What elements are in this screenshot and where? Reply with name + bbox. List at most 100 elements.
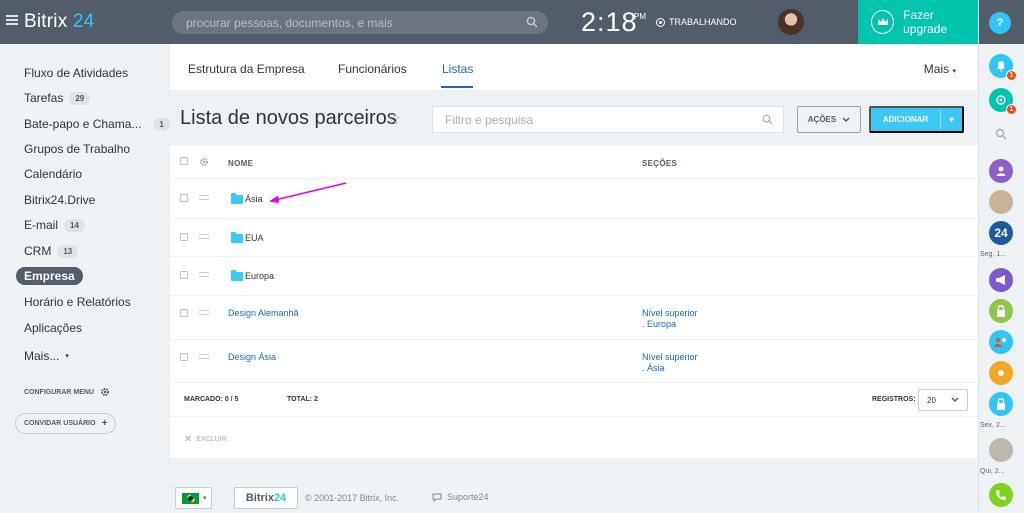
records-value: 20 [927,395,936,405]
row-checkbox[interactable] [180,233,188,241]
table-row[interactable]: EUA [170,219,978,257]
row-name[interactable]: Ásia [245,194,263,204]
app-logo[interactable]: Bitrix 24 [24,11,94,33]
copyright: © 2001-2017 Bitrix, Inc. [305,493,400,503]
search-icon[interactable] [762,114,773,125]
secure-chat-icon[interactable] [989,392,1013,416]
search-icon[interactable] [526,16,538,28]
tabs-more-button[interactable]: Mais ▾ [924,62,956,76]
upgrade-button[interactable]: Fazer upgrade [858,0,978,44]
support-label: Suporte24 [447,492,489,502]
row-checkbox[interactable] [180,309,188,317]
menu-item-crm[interactable]: CRM 13 [24,244,79,258]
drag-handle-icon[interactable] [199,195,209,200]
footer-logo[interactable]: Bitrix 24 [234,487,298,509]
table-row[interactable]: Design Alemanhã Nível superior. Europa [170,296,978,340]
contact-user-icon[interactable] [989,159,1013,183]
footer-logo-text: Bitrix [245,492,274,504]
gear-icon[interactable] [199,157,209,167]
menu-burger-icon[interactable] [6,15,18,25]
menu-item-count: 13 [57,244,79,258]
tab-employees[interactable]: Funcionários [338,62,407,76]
records-per-page-select[interactable]: 20 [918,389,968,411]
record-icon [656,17,665,27]
grid-footer: MARCADO: 0 / 5 TOTAL: 2 REGISTROS: 20 [170,383,978,417]
sun-chat-icon[interactable] [989,361,1013,385]
drag-handle-icon[interactable] [199,354,209,359]
notifications-icon[interactable]: 1 [989,54,1017,81]
drag-handle-icon[interactable] [199,234,209,239]
table-row[interactable]: Europa [170,257,978,296]
phone-icon[interactable] [989,483,1013,507]
filter-search-input[interactable] [433,107,753,132]
menu-item-workgroups[interactable]: Grupos de Trabalho [24,142,130,156]
select-all-checkbox[interactable] [180,157,188,165]
table-row[interactable]: Design Ásia Nível superior. Ásia [170,340,978,383]
chevron-down-icon [951,397,959,403]
top-bar: Bitrix 24 2:18 PM TRABALHANDO [0,0,978,44]
column-header-name[interactable]: NOME [228,159,253,168]
row-name[interactable]: EUA [245,233,264,243]
row-checkbox[interactable] [180,271,188,279]
tab-company-structure[interactable]: Estrutura da Empresa [188,62,305,76]
brazil-flag-icon [182,492,199,504]
menu-item-more[interactable]: Mais... ▾ [24,349,69,363]
menu-item-tasks[interactable]: Tarefas 29 [24,91,91,105]
bitrix24-chat-icon[interactable]: 24 [989,221,1013,245]
delete-button[interactable]: ✕ EXCLUIR [184,434,227,445]
add-dropdown-chevron-icon[interactable]: ▾ [941,115,962,124]
section-link[interactable]: . Ásia [642,363,665,373]
menu-item-calendar[interactable]: Calendário [24,167,82,181]
row-checkbox[interactable] [180,353,188,361]
menu-item-activity-stream[interactable]: Fluxo de Atividades [24,66,128,80]
megaphone-icon[interactable] [989,268,1013,292]
contact-avatar-2[interactable] [989,438,1013,462]
menu-item-count: 29 [69,91,91,105]
help-button[interactable]: ? [989,12,1011,34]
tab-lists[interactable]: Listas [442,62,473,76]
filter-search [432,106,784,133]
configure-menu-button[interactable]: CONFIGURAR MENU [24,387,110,397]
page-title: Lista de novos parceiros [180,107,397,129]
menu-item-drive[interactable]: Bitrix24.Drive [24,193,95,207]
global-search-input[interactable] [172,11,512,34]
language-selector[interactable]: ▾ [175,487,212,509]
menu-item-time-reports[interactable]: Horário e Relatórios [24,295,131,309]
drag-handle-icon[interactable] [199,310,209,315]
menu-item-label: Horário e Relatórios [24,295,131,309]
rail-search-icon[interactable] [989,122,1013,146]
chevron-down-icon: ▾ [65,353,69,360]
row-checkbox[interactable] [180,194,188,202]
row-name-link[interactable]: Design Alemanhã [228,308,299,318]
support-link[interactable]: Suporte24 [432,492,489,502]
menu-item-applications[interactable]: Aplicações [24,321,82,335]
section-link[interactable]: . Europa [642,319,676,329]
row-name-link[interactable]: Design Ásia [228,352,276,362]
clock-time[interactable]: 2:18 [581,7,638,38]
work-status[interactable]: TRABALHANDO [656,17,737,27]
section-tabs: Estrutura da Empresa Funcionários Listas… [170,44,978,90]
live-feed-icon[interactable]: 1 [989,88,1017,115]
actions-button[interactable]: AÇÕES [797,106,861,133]
group-chat-icon[interactable] [989,330,1013,354]
star-icon[interactable]: ☆ [387,109,401,129]
contact-avatar-1[interactable] [989,190,1013,214]
help-area: ? [979,0,1024,44]
drag-handle-icon[interactable] [199,272,209,277]
section-link[interactable]: Nível superior [642,308,698,318]
active-tab-indicator [441,86,473,88]
menu-item-label: Grupos de Trabalho [24,142,131,156]
add-button[interactable]: ADICIONAR ▾ [869,106,964,133]
section-link[interactable]: Nível superior [642,352,698,362]
notifications-badge: 1 [1006,70,1017,81]
menu-item-email[interactable]: E-mail 14 [24,218,85,232]
menu-item-company[interactable]: Empresa [16,267,83,285]
row-name[interactable]: Europa [245,271,274,281]
menu-item-chat[interactable]: Bate-papo e Chama... 1 [24,117,170,131]
row-section: Nível superior. Europa [642,308,698,330]
row-section: Nível superior. Ásia [642,352,698,374]
lock-icon[interactable] [989,299,1013,323]
column-header-sections[interactable]: SEÇÕES [642,159,677,168]
user-avatar[interactable] [778,9,804,35]
invite-user-button[interactable]: CONVIDAR USUÁRIO + [15,413,117,434]
